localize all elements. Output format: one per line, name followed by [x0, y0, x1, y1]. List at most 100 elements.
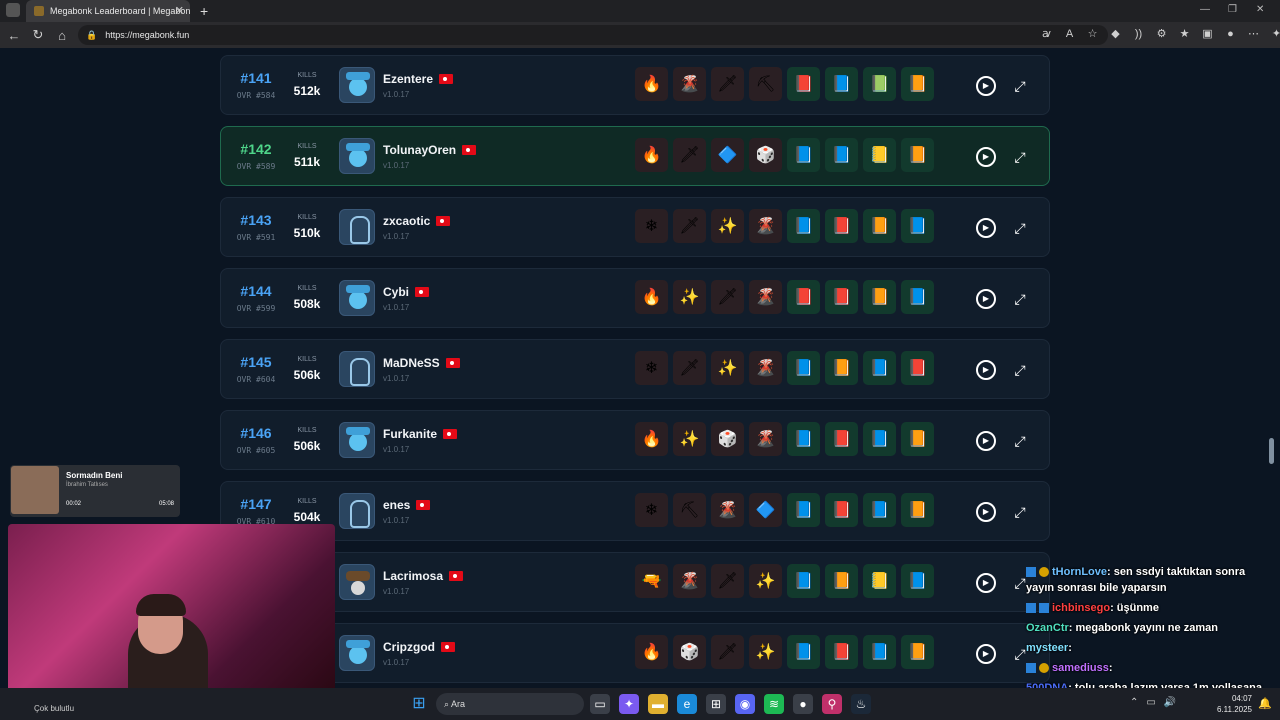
- weapon-slot-icon[interactable]: 🗡: [711, 635, 744, 669]
- expand-icon[interactable]: ⤢: [1010, 502, 1030, 522]
- tome-slot-icon[interactable]: 📘: [901, 564, 934, 598]
- weapon-slot-icon[interactable]: 🔷: [749, 493, 782, 527]
- leaderboard-row[interactable]: Lacrimosa v1.0.17 🔫 🌋 🗡 ✨ 📘 📙 📒 📘 ▶ ⤢: [220, 552, 1050, 612]
- obs-icon[interactable]: ●: [793, 694, 813, 714]
- tome-slot-icon[interactable]: 📙: [901, 67, 934, 101]
- weapon-slot-icon[interactable]: 🌋: [749, 351, 782, 385]
- scrollbar-thumb[interactable]: [1269, 438, 1274, 464]
- weapon-slot-icon[interactable]: ✨: [673, 280, 706, 314]
- weapon-slot-icon[interactable]: ❄: [635, 493, 668, 527]
- windows-start-icon[interactable]: ⊞: [410, 695, 428, 713]
- tome-slot-icon[interactable]: 📘: [863, 351, 896, 385]
- copilot-icon[interactable]: ✦: [1268, 26, 1280, 43]
- weapon-slot-icon[interactable]: 🔥: [635, 280, 668, 314]
- weapon-slot-icon[interactable]: ✨: [711, 351, 744, 385]
- weather-text[interactable]: Çok bulutlu: [34, 704, 74, 713]
- player-name[interactable]: Ezentere: [383, 72, 433, 86]
- replay-icon[interactable]: ▶: [976, 502, 996, 522]
- tome-slot-icon[interactable]: 📙: [825, 564, 858, 598]
- tome-slot-icon[interactable]: 📘: [787, 422, 820, 456]
- collections-icon[interactable]: ▣: [1199, 26, 1216, 43]
- tome-slot-icon[interactable]: 📘: [863, 422, 896, 456]
- browser-tab[interactable]: Megabonk Leaderboard | Megabon ✕: [26, 0, 190, 22]
- player-name[interactable]: Furkanite: [383, 427, 437, 441]
- weapon-slot-icon[interactable]: ✨: [749, 564, 782, 598]
- player-name[interactable]: enes: [383, 498, 410, 512]
- leaderboard-row[interactable]: #142 OVR #589 KILLS 511k TolunayOren v1.…: [220, 126, 1050, 186]
- tome-slot-icon[interactable]: 📒: [863, 564, 896, 598]
- extension-icon[interactable]: ◆: [1107, 26, 1124, 43]
- player-name[interactable]: Cybi: [383, 285, 409, 299]
- minimize-button[interactable]: —: [1200, 4, 1210, 15]
- profile-avatar[interactable]: ●: [1222, 26, 1239, 43]
- tome-slot-icon[interactable]: 📕: [901, 351, 934, 385]
- weapon-slot-icon[interactable]: 🎲: [749, 138, 782, 172]
- task-view-icon[interactable]: ▭: [590, 694, 610, 714]
- player-name[interactable]: zxcaotic: [383, 214, 430, 228]
- weapon-slot-icon[interactable]: 🔫: [635, 564, 668, 598]
- extensions-icon[interactable]: ⚙: [1153, 26, 1170, 43]
- tome-slot-icon[interactable]: 📘: [787, 138, 820, 172]
- tome-slot-icon[interactable]: 📕: [787, 280, 820, 314]
- weapon-slot-icon[interactable]: 🌋: [749, 209, 782, 243]
- tome-slot-icon[interactable]: 📙: [901, 138, 934, 172]
- file-explorer-icon[interactable]: ▬: [648, 694, 668, 714]
- tome-slot-icon[interactable]: 📕: [825, 280, 858, 314]
- expand-icon[interactable]: ⤢: [1010, 431, 1030, 451]
- weapon-slot-icon[interactable]: 🔥: [635, 138, 668, 172]
- chat-username[interactable]: OzanCtr: [1026, 622, 1069, 634]
- tome-slot-icon[interactable]: 📘: [787, 635, 820, 669]
- tome-slot-icon[interactable]: 📙: [863, 280, 896, 314]
- player-name[interactable]: MaDNeSS: [383, 356, 440, 370]
- weapon-slot-icon[interactable]: 🌋: [749, 422, 782, 456]
- replay-icon[interactable]: ▶: [976, 644, 996, 664]
- weapon-slot-icon[interactable]: ✨: [673, 422, 706, 456]
- tome-slot-icon[interactable]: 📘: [863, 493, 896, 527]
- replay-icon[interactable]: ▶: [976, 360, 996, 380]
- refresh-icon[interactable]: ↻: [26, 27, 50, 43]
- tome-slot-icon[interactable]: 📘: [825, 67, 858, 101]
- replay-icon[interactable]: ▶: [976, 76, 996, 96]
- weapon-slot-icon[interactable]: 🔥: [635, 67, 668, 101]
- tome-slot-icon[interactable]: 📙: [825, 351, 858, 385]
- tome-slot-icon[interactable]: 📘: [901, 280, 934, 314]
- weapon-slot-icon[interactable]: 🗡: [711, 67, 744, 101]
- weapon-slot-icon[interactable]: 🔥: [635, 635, 668, 669]
- player-name[interactable]: TolunayOren: [383, 143, 456, 157]
- replay-icon[interactable]: ▶: [976, 218, 996, 238]
- volume-icon[interactable]: 🔊: [1164, 697, 1176, 708]
- weapon-slot-icon[interactable]: 🗡: [673, 209, 706, 243]
- chat-username[interactable]: ichbinsego: [1052, 602, 1110, 614]
- weapon-slot-icon[interactable]: ❄: [635, 351, 668, 385]
- tome-slot-icon[interactable]: 📕: [825, 493, 858, 527]
- weapon-slot-icon[interactable]: 🗡: [673, 351, 706, 385]
- maps-pin-icon[interactable]: ⚲: [822, 694, 842, 714]
- replay-icon[interactable]: ▶: [976, 431, 996, 451]
- taskbar-search[interactable]: ⌕ Ara: [436, 693, 584, 715]
- weapon-slot-icon[interactable]: ❄: [635, 209, 668, 243]
- leaderboard-row[interactable]: #144 OVR #599 KILLS 508k Cybi v1.0.17 🔥 ✨…: [220, 268, 1050, 328]
- tome-slot-icon[interactable]: 📕: [787, 67, 820, 101]
- discord-icon[interactable]: ◉: [735, 694, 755, 714]
- tome-slot-icon[interactable]: 📘: [787, 493, 820, 527]
- spotify-icon[interactable]: ≋: [764, 694, 784, 714]
- tome-slot-icon[interactable]: 📙: [901, 422, 934, 456]
- weapon-slot-icon[interactable]: 🌋: [673, 564, 706, 598]
- leaderboard-row[interactable]: Cripzgod v1.0.17 🔥 🎲 🗡 ✨ 📘 📕 📘 📙 ▶ ⤢: [220, 623, 1050, 683]
- new-tab-button[interactable]: +: [200, 3, 208, 19]
- close-window-button[interactable]: ✕: [1256, 4, 1264, 15]
- edge-icon[interactable]: e: [677, 694, 697, 714]
- translate-icon[interactable]: ꜹ: [1038, 26, 1055, 43]
- leaderboard-row[interactable]: #141 OVR #584 KILLS 512k Ezentere v1.0.1…: [220, 55, 1050, 115]
- address-bar[interactable]: 🔒 https://megabonk.fun: [78, 25, 1108, 45]
- tome-slot-icon[interactable]: 📘: [825, 138, 858, 172]
- weapon-slot-icon[interactable]: ⛏: [673, 493, 706, 527]
- weapon-slot-icon[interactable]: 🎲: [711, 422, 744, 456]
- window-menu-icon[interactable]: [6, 3, 20, 17]
- expand-icon[interactable]: ⤢: [1010, 289, 1030, 309]
- favorite-star-icon[interactable]: ☆: [1084, 26, 1101, 43]
- read-aloud-icon[interactable]: A: [1061, 26, 1078, 43]
- notification-bell-icon[interactable]: 🔔: [1258, 697, 1272, 710]
- home-icon[interactable]: ⌂: [50, 28, 74, 43]
- tome-slot-icon[interactable]: 📘: [787, 564, 820, 598]
